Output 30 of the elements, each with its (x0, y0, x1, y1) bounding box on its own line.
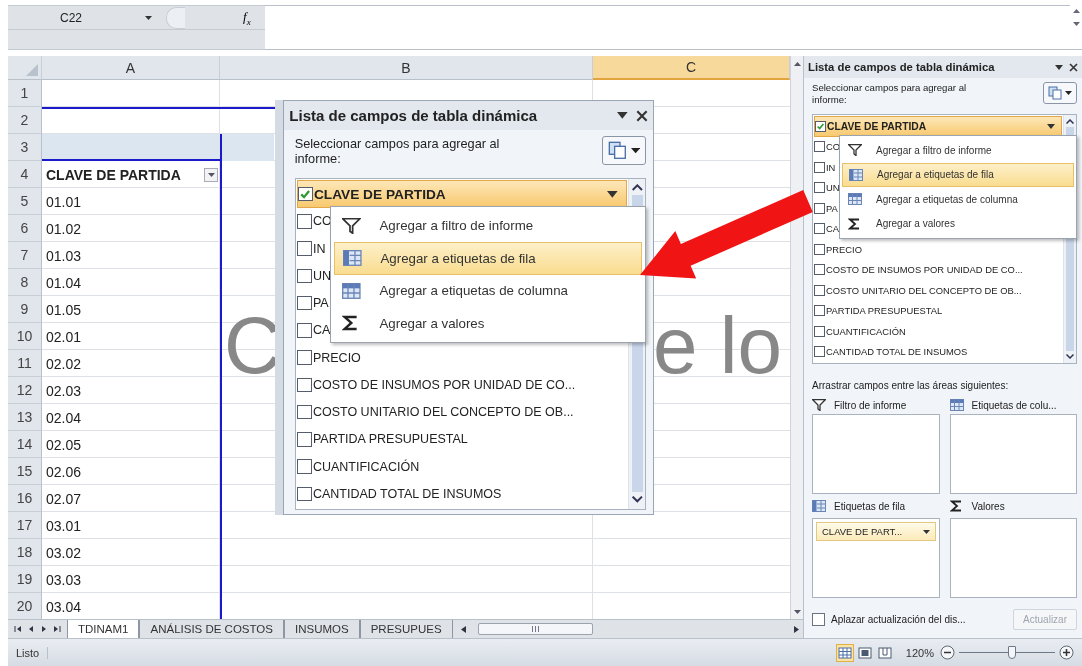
pane-title: Lista de campos de tabla dinámica (289, 107, 539, 125)
table-cell-text: 02.01 (45, 327, 83, 347)
table-cell-text: 02.05 (45, 435, 83, 455)
overlay-text: e lo (653, 306, 782, 386)
table-cell-text: 01.03 (45, 246, 83, 266)
pane-title: Lista de campos de tabla dinámica (808, 61, 996, 73)
areas-instruction: Arrastrar campos entre las áreas siguientes: (812, 380, 1010, 391)
table-cell-text: 02.04 (45, 408, 83, 428)
area-label: Etiquetas de fila (834, 500, 906, 512)
area-label: Valores (971, 500, 1005, 512)
overlay-text: C (224, 306, 282, 386)
table-cell-text: 03.03 (45, 570, 83, 590)
table-cell-text: 02.07 (45, 489, 83, 509)
header-text: CLAVE DE PARTIDA (46, 166, 181, 183)
table-cell-text: 01.01 (45, 192, 83, 212)
area-label: Etiquetas de colu... (971, 399, 1057, 411)
area-label: Filtro de informe (834, 399, 907, 411)
defer-update-label: Aplazar actualización del dis... (831, 613, 966, 625)
table-cell-text: 01.05 (45, 300, 83, 320)
table-cell-text: 02.06 (45, 462, 83, 482)
table-cell-text: 02.02 (45, 354, 83, 374)
instruction-text: Seleccionar campos para agregar al informe: (294, 135, 501, 167)
table-cell-text: 02.03 (45, 381, 83, 401)
table-cell-text: 03.04 (45, 597, 83, 617)
table-cell-text: 01.04 (45, 273, 83, 293)
table-cell-text: 03.01 (45, 516, 83, 536)
table-cell-text: 01.02 (45, 219, 83, 239)
instruction-text: Seleccionar campos para agregar al informe: (812, 82, 968, 105)
status-text: Listo (16, 646, 49, 659)
table-cell-text: 03.02 (45, 543, 83, 563)
